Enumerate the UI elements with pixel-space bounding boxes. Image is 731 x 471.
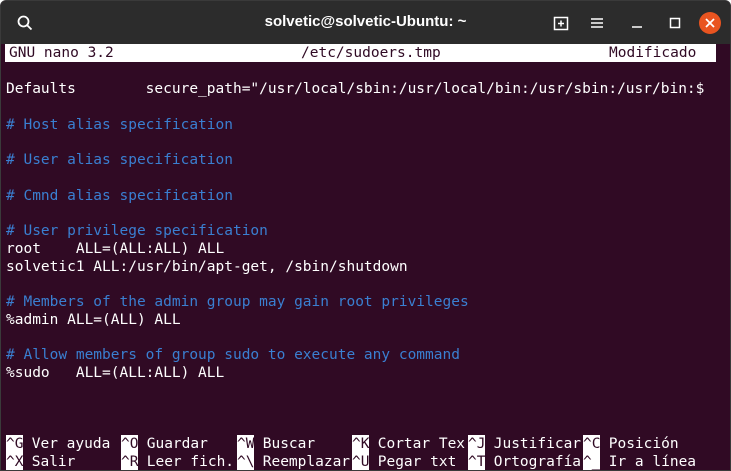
shortcut-key: ^G bbox=[6, 435, 24, 453]
editor-line-solvetic1: solvetic1 ALL:/usr/bin/apt-get, /sbin/sh… bbox=[6, 259, 408, 275]
titlebar: solvetic@solvetic-Ubuntu: ~ bbox=[1, 1, 730, 44]
window-title: solvetic@solvetic-Ubuntu: ~ bbox=[264, 13, 467, 30]
hamburger-menu-icon[interactable] bbox=[583, 9, 611, 37]
shortcut-label: Guardar bbox=[138, 436, 208, 452]
shortcut-key: ^T bbox=[468, 453, 486, 470]
nano-version: GNU nano 3.2 bbox=[9, 45, 114, 61]
nano-filename: /etc/sudoers.tmp bbox=[301, 45, 441, 61]
editor-line-root: root ALL=(ALL:ALL) ALL bbox=[6, 241, 225, 257]
shortcut-key: ^W bbox=[237, 435, 255, 453]
minimize-icon[interactable] bbox=[623, 9, 651, 37]
editor-line-sudo: %sudo ALL=(ALL:ALL) ALL bbox=[6, 365, 225, 381]
shortcut-key: ^O bbox=[121, 435, 139, 453]
shortcut-key: ^J bbox=[468, 435, 486, 453]
shortcut-label: Ver ayuda bbox=[23, 436, 111, 452]
editor-line-comment: # Members of the admin group may gain ro… bbox=[6, 294, 469, 310]
shortcut-label: Pegar txt bbox=[369, 454, 457, 470]
editor-line-comment: # User alias specification bbox=[6, 152, 233, 168]
shortcut-key: ^R bbox=[121, 453, 139, 470]
editor-line-comment: # Host alias specification bbox=[6, 117, 233, 133]
terminal-body[interactable]: GNU nano 3.2 /etc/sudoers.tmp Modificado… bbox=[1, 44, 730, 470]
close-icon[interactable] bbox=[696, 9, 724, 37]
shortcut-key: ^K bbox=[352, 435, 370, 453]
maximize-icon[interactable] bbox=[661, 9, 689, 37]
shortcut-key: ^\ bbox=[237, 453, 255, 470]
shortcut-key: ^U bbox=[352, 453, 370, 470]
shortcut-label: Ir a línea bbox=[600, 454, 697, 470]
shortcut-key: ^C bbox=[583, 435, 601, 453]
editor-line-comment: # Allow members of group sudo to execute… bbox=[6, 347, 460, 363]
nano-status-bar: GNU nano 3.2 /etc/sudoers.tmp Modificado bbox=[5, 44, 716, 62]
shortcut-key: ^X bbox=[6, 453, 24, 470]
shortcut-label: Cortar Tex bbox=[369, 436, 466, 452]
new-tab-icon[interactable] bbox=[547, 9, 575, 37]
shortcut-label: Salir bbox=[23, 454, 76, 470]
editor-line-comment: # User privilege specification bbox=[6, 223, 268, 239]
terminal-window: solvetic@solvetic-Ubuntu: ~ GNU nano 3.2… bbox=[0, 0, 731, 471]
terminal-scrollbar[interactable] bbox=[722, 44, 730, 470]
editor-line-defaults: Defaults secure_path="/usr/local/sbin:/u… bbox=[6, 81, 705, 97]
editor-line-comment: # Cmnd alias specification bbox=[6, 188, 233, 204]
shortcut-label: Justificar bbox=[485, 436, 582, 452]
shortcut-label: Posición bbox=[600, 436, 679, 452]
shortcut-key: ^_ bbox=[583, 453, 601, 470]
shortcut-label: Reemplazar bbox=[254, 454, 351, 470]
editor-line-admin: %admin ALL=(ALL) ALL bbox=[6, 312, 181, 328]
nano-modified-status: Modificado bbox=[609, 45, 697, 61]
shortcut-label: Leer fich. bbox=[138, 454, 235, 470]
shortcut-label: Buscar bbox=[254, 436, 316, 452]
shortcut-label: Ortografía bbox=[485, 454, 582, 470]
